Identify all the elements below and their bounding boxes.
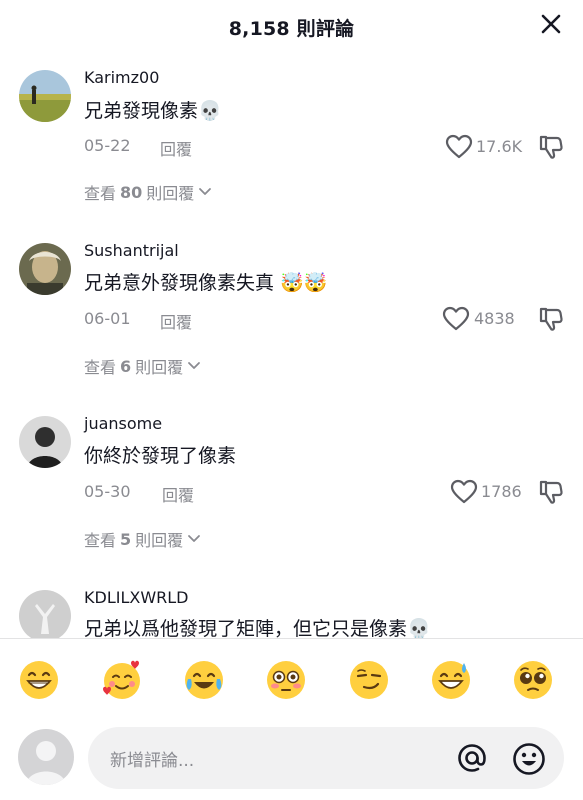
comment-username[interactable]: juansome [84,414,162,433]
avatar[interactable] [19,243,71,295]
comments-count-title: 8,158 則評論 [228,18,355,40]
heart-icon[interactable] [450,479,478,505]
close-icon[interactable] [537,10,565,38]
heart-icon[interactable] [445,134,473,160]
comments-header: 8,158 則評論 [0,0,583,52]
emoji-sweat-smile-button[interactable] [430,659,472,701]
heart-icon[interactable] [442,306,470,332]
comment-text: 兄弟發現像素💀 [84,100,222,122]
comment-text: 兄弟以爲他發現了矩陣，但它只是像素💀 [84,618,431,640]
chevron-down-icon [188,535,201,542]
comment-date: 06-01 [84,309,131,328]
emoji-smirk-button[interactable] [348,659,390,701]
comment-username[interactable]: Sushantrijal [84,241,179,260]
view-replies-suffix: 則回覆 [135,531,184,550]
emoji-grin-button[interactable] [18,659,60,701]
comment-date: 05-30 [84,482,131,501]
view-replies-button[interactable]: 查看 6 則回覆 [84,354,201,378]
comment-text: 兄弟意外發現像素失真 🤯🤯 [84,272,328,294]
avatar[interactable] [19,70,71,122]
like-count: 4838 [474,309,515,328]
view-replies-prefix: 查看 [84,358,117,377]
view-replies-count: 6 [120,356,132,376]
avatar[interactable] [19,590,71,642]
comment-input[interactable]: 新增評論... [88,727,564,789]
view-replies-button[interactable]: 查看 5 則回覆 [84,527,201,551]
comment-date: 05-22 [84,136,131,155]
chevron-down-icon [188,362,201,369]
view-replies-prefix: 查看 [84,184,117,203]
dislike-icon[interactable] [538,134,564,160]
emoji-picker-icon[interactable] [512,742,546,776]
view-replies-button[interactable]: 查看 80 則回覆 [84,180,212,204]
like-count: 1786 [481,482,522,501]
comment-composer-bar: 新增評論... [0,638,583,800]
emoji-tears-of-joy-button[interactable] [183,659,225,701]
comment-username[interactable]: Karimz00 [84,68,159,87]
comment-username[interactable]: KDLILXWRLD [84,588,189,607]
dislike-icon[interactable] [538,306,564,332]
comment-text: 你終於發現了像素 [84,445,237,467]
emoji-pleading-button[interactable] [512,659,554,701]
comment-input-placeholder: 新增評論... [110,751,195,771]
mention-icon[interactable] [456,742,488,774]
reply-button[interactable]: 回覆 [162,482,194,506]
current-user-avatar [18,729,74,785]
view-replies-suffix: 則回覆 [146,184,195,203]
chevron-down-icon [199,188,212,195]
like-count: 17.6K [476,137,523,156]
emoji-flushed-button[interactable] [265,659,307,701]
view-replies-prefix: 查看 [84,531,117,550]
avatar[interactable] [19,416,71,468]
view-replies-count: 80 [120,182,143,202]
reply-button[interactable]: 回覆 [160,309,192,333]
quick-emoji-row [0,659,583,707]
emoji-hearts-button[interactable] [101,659,143,701]
dislike-icon[interactable] [538,479,564,505]
reply-button[interactable]: 回覆 [160,136,192,160]
view-replies-suffix: 則回覆 [135,358,184,377]
view-replies-count: 5 [120,529,132,549]
